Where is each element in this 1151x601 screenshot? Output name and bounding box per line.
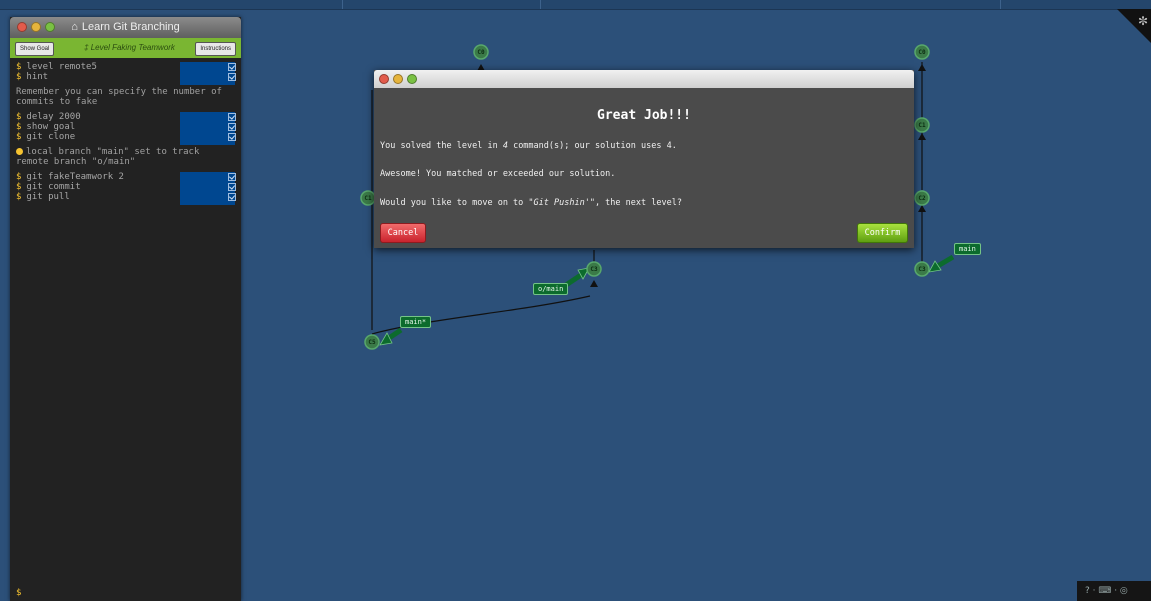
check-icon xyxy=(228,182,236,191)
command-line: $ git pull xyxy=(16,192,241,202)
command-group: $ level remote5 $ hint xyxy=(10,58,241,85)
level-complete-dialog: Great Job!!! You solved the level in 4 c… xyxy=(374,70,914,248)
maximize-icon[interactable] xyxy=(407,74,417,84)
fork-icon[interactable]: ✼ xyxy=(1138,14,1148,28)
dialog-title-bar xyxy=(374,70,914,88)
arrowhead xyxy=(590,280,598,287)
branch-label-main-remote[interactable]: main xyxy=(954,243,981,255)
command-line: $ git fakeTeamwork 2 xyxy=(16,172,241,182)
check-icon xyxy=(228,133,236,142)
instructions-button[interactable]: Instructions xyxy=(195,42,236,56)
terminal-note: local branch "main" set to track remote … xyxy=(10,143,241,168)
commit-label: C0 xyxy=(918,49,926,56)
result-text: command(s); our solution uses 4. xyxy=(507,141,677,151)
branch-arrow xyxy=(934,254,955,270)
commit-label: C2 xyxy=(918,195,926,202)
confirm-button[interactable]: Confirm xyxy=(857,223,908,243)
commit-label: C5 xyxy=(368,339,376,346)
command-line: $ git clone xyxy=(16,132,241,142)
next-level-name: "Git Pushin'" xyxy=(528,198,595,208)
home-icon: ⌂ xyxy=(71,21,78,33)
command-group: $ delay 2000 $ show goal $ git clone xyxy=(10,108,241,145)
commit-label: C3 xyxy=(918,266,926,273)
edge xyxy=(371,295,591,335)
window-title: Learn Git Branching xyxy=(81,21,180,33)
command-line: $ level remote5 xyxy=(16,62,241,72)
commit-label: C3 xyxy=(590,266,598,273)
dialog-next-level-line: Would you like to move on to "Git Pushin… xyxy=(380,198,682,208)
check-icon xyxy=(228,193,236,202)
arrowhead xyxy=(918,205,926,212)
command-line: $ hint xyxy=(16,72,241,82)
terminal-note-text: local branch "main" set to track remote … xyxy=(16,146,205,168)
dialog-praise-line: Awesome! You matched or exceeded our sol… xyxy=(380,169,616,179)
terminal-history: $ level remote5 $ hint Remember you can sp… xyxy=(10,58,241,205)
level-toolbar: Show Goal ‡ Level Faking Teamwork Instru… xyxy=(10,38,241,58)
command-text: delay 2000 xyxy=(26,111,81,122)
terminal-note: Remember you can specify the number of c… xyxy=(16,86,228,108)
command-line: $ git commit xyxy=(16,182,241,192)
command-text: git fakeTeamwork 2 xyxy=(26,171,124,182)
command-text: git clone xyxy=(26,132,76,143)
arrowhead xyxy=(918,133,926,140)
command-text: git commit xyxy=(26,181,81,192)
check-icon xyxy=(228,122,236,131)
dialog-result-line: You solved the level in 4 command(s); ou… xyxy=(380,141,677,151)
check-icon xyxy=(228,63,236,71)
command-line: $ show goal xyxy=(16,122,241,132)
commit-label: C1 xyxy=(918,122,926,129)
level-title: ‡ Level Faking Teamwork xyxy=(84,43,175,52)
warning-icon xyxy=(16,147,23,155)
next-level-text: , the next level? xyxy=(594,198,682,208)
command-text: git pull xyxy=(26,192,70,203)
check-icon xyxy=(228,73,236,82)
minimize-icon[interactable] xyxy=(393,74,403,84)
show-goal-button[interactable]: Show Goal xyxy=(15,42,55,56)
arrowhead xyxy=(918,64,926,71)
close-icon[interactable] xyxy=(379,74,389,84)
branch-label-origin-main[interactable]: o/main xyxy=(533,283,569,295)
command-text: level remote5 xyxy=(26,62,97,72)
level-prefix: Level xyxy=(90,43,110,52)
command-text: show goal xyxy=(26,121,76,132)
command-text: hint xyxy=(26,72,49,83)
command-group: $ git fakeTeamwork 2 $ git commit $ git pul… xyxy=(10,168,241,205)
result-text: You solved the level in xyxy=(380,141,503,151)
commit-label: C1 xyxy=(364,195,372,202)
next-level-text: Would you like to move on to xyxy=(380,198,529,208)
cancel-button[interactable]: Cancel xyxy=(380,223,426,243)
branch-label-main[interactable]: main* xyxy=(400,316,432,328)
command-terminal: ⌂ Learn Git Branching Show Goal ‡ Level F… xyxy=(10,17,241,601)
terminal-title-bar: ⌂ Learn Git Branching xyxy=(10,17,241,38)
check-icon xyxy=(228,172,236,181)
level-name: Faking Teamwork xyxy=(112,43,175,52)
help-toolbar[interactable]: ? · ⌨ · ◎ xyxy=(1077,581,1151,601)
check-icon xyxy=(228,112,236,121)
command-line: $ delay 2000 xyxy=(16,112,241,122)
command-input-prompt[interactable]: $ xyxy=(16,588,21,598)
dialog-heading: Great Job!!! xyxy=(597,108,691,123)
commit-label: C0 xyxy=(477,49,485,56)
